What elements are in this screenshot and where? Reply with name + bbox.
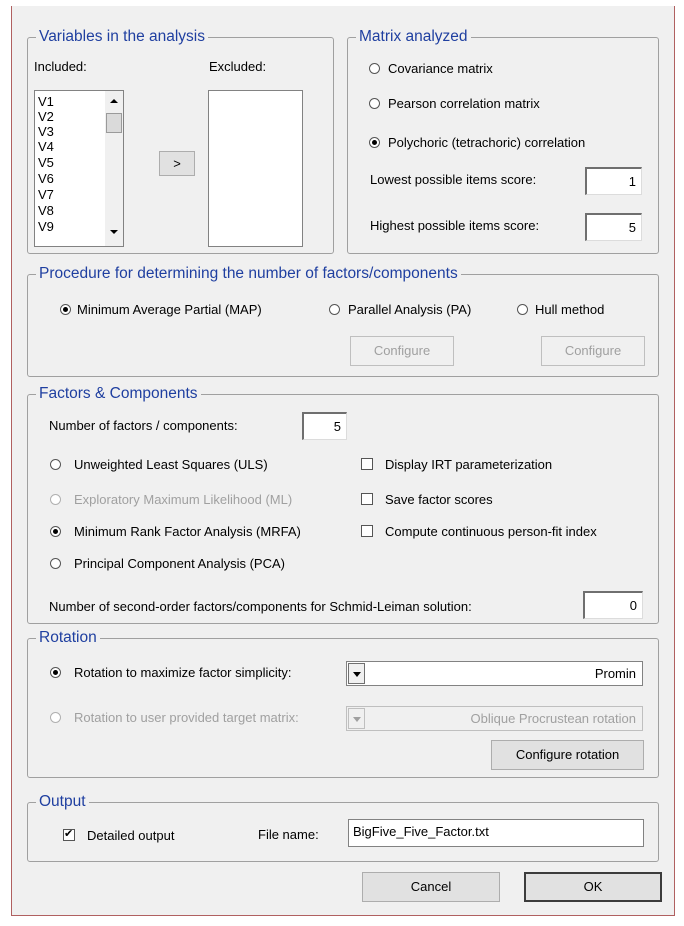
rotation-simplicity-label[interactable]: Rotation to maximize factor simplicity: <box>74 665 291 681</box>
rotation-target-label[interactable]: Rotation to user provided target matrix: <box>74 710 299 726</box>
lowest-score-label: Lowest possible items score: <box>370 172 537 187</box>
save-scores-label[interactable]: Save factor scores <box>385 492 493 508</box>
procedure-group: Procedure for determining the number of … <box>27 264 659 377</box>
person-fit-checkbox[interactable] <box>361 525 373 537</box>
scroll-down-icon[interactable] <box>110 230 118 234</box>
radio-pca[interactable] <box>50 558 61 569</box>
list-item[interactable]: V4 <box>38 139 54 154</box>
list-item[interactable]: V5 <box>38 155 54 170</box>
person-fit-label[interactable]: Compute continuous person-fit index <box>385 524 597 540</box>
scroll-thumb[interactable] <box>106 113 122 133</box>
detailed-output-label[interactable]: Detailed output <box>87 828 174 844</box>
radio-ml[interactable] <box>50 494 61 505</box>
radio-covariance[interactable] <box>369 63 380 74</box>
file-name-input[interactable]: BigFive_Five_Factor.txt <box>348 819 644 847</box>
radio-rotation-simplicity[interactable] <box>50 667 61 678</box>
covariance-label[interactable]: Covariance matrix <box>388 61 493 77</box>
factors-group: Factors & Components Number of factors /… <box>27 384 659 624</box>
hull-label[interactable]: Hull method <box>535 302 604 318</box>
irt-label[interactable]: Display IRT parameterization <box>385 457 552 473</box>
output-group: Output Detailed output File name: BigFiv… <box>27 792 659 862</box>
procedure-group-title: Procedure for determining the number of … <box>36 264 461 284</box>
mrfa-label[interactable]: Minimum Rank Factor Analysis (MRFA) <box>74 524 301 540</box>
pca-label[interactable]: Principal Component Analysis (PCA) <box>74 556 285 572</box>
radio-uls[interactable] <box>50 459 61 470</box>
radio-mrfa[interactable] <box>50 526 61 537</box>
irt-checkbox[interactable] <box>361 458 373 470</box>
ml-label[interactable]: Exploratory Maximum Likelihood (ML) <box>74 492 292 508</box>
configure-hull-button[interactable]: Configure <box>541 336 645 366</box>
variables-group: Variables in the analysis Included: Excl… <box>27 27 334 254</box>
highest-score-label: Highest possible items score: <box>370 218 540 233</box>
included-list[interactable]: V1 V2 V3 V4 V5 V6 V7 V8 V9 <box>34 90 124 247</box>
radio-rotation-target[interactable] <box>50 712 61 723</box>
target-rotation-value: Oblique Procrustean rotation <box>470 711 636 726</box>
included-label: Included: <box>34 59 87 74</box>
chevron-down-icon[interactable] <box>348 663 365 684</box>
matrix-group-title: Matrix analyzed <box>356 27 471 47</box>
second-order-input[interactable]: 0 <box>583 591 643 619</box>
variables-group-title: Variables in the analysis <box>36 27 208 47</box>
polychoric-label[interactable]: Polychoric (tetrachoric) correlation <box>388 135 585 151</box>
scroll-up-icon[interactable] <box>110 99 118 103</box>
lowest-score-input[interactable]: 1 <box>585 167 642 195</box>
uls-label[interactable]: Unweighted Least Squares (ULS) <box>74 457 268 473</box>
highest-score-input[interactable]: 5 <box>585 213 642 241</box>
list-item[interactable]: V1 <box>38 94 54 109</box>
radio-polychoric[interactable] <box>369 137 380 148</box>
pa-label[interactable]: Parallel Analysis (PA) <box>348 302 471 318</box>
detailed-output-checkbox[interactable] <box>63 827 75 841</box>
rotation-method-select[interactable]: Promin <box>346 661 643 686</box>
target-rotation-select[interactable]: Oblique Procrustean rotation <box>346 706 643 731</box>
save-scores-checkbox[interactable] <box>361 493 373 505</box>
list-scrollbar[interactable] <box>105 91 123 246</box>
radio-pearson[interactable] <box>369 98 380 109</box>
rotation-group-title: Rotation <box>36 628 100 648</box>
map-label[interactable]: Minimum Average Partial (MAP) <box>77 302 262 318</box>
radio-pa[interactable] <box>329 304 340 315</box>
move-to-excluded-button[interactable]: > <box>159 151 195 176</box>
rotation-method-value: Promin <box>594 666 636 681</box>
cancel-button[interactable]: Cancel <box>362 872 500 902</box>
file-name-label: File name: <box>258 827 319 842</box>
list-item[interactable]: V9 <box>38 219 54 234</box>
radio-hull[interactable] <box>517 304 528 315</box>
excluded-list[interactable] <box>208 90 303 247</box>
pearson-label[interactable]: Pearson correlation matrix <box>388 96 540 112</box>
list-item[interactable]: V8 <box>38 203 54 218</box>
list-item[interactable]: V2 <box>38 109 54 124</box>
excluded-label: Excluded: <box>209 59 267 74</box>
factors-group-title: Factors & Components <box>36 384 201 404</box>
num-factors-input[interactable]: 5 <box>302 412 347 440</box>
list-item[interactable]: V6 <box>38 171 54 186</box>
chevron-down-icon[interactable] <box>348 708 365 729</box>
num-factors-label: Number of factors / components: <box>49 418 238 433</box>
output-group-title: Output <box>36 792 89 812</box>
list-item[interactable]: V7 <box>38 187 54 202</box>
rotation-group: Rotation Rotation to maximize factor sim… <box>27 628 659 778</box>
dialog-window: Variables in the analysis Included: Excl… <box>11 6 675 916</box>
radio-map[interactable] <box>60 304 71 315</box>
ok-button[interactable]: OK <box>524 872 662 902</box>
second-order-label: Number of second-order factors/component… <box>49 599 472 614</box>
matrix-group: Matrix analyzed Covariance matrix Pearso… <box>347 27 659 254</box>
list-item[interactable]: V3 <box>38 124 54 139</box>
configure-pa-button[interactable]: Configure <box>350 336 454 366</box>
configure-rotation-button[interactable]: Configure rotation <box>491 740 644 770</box>
